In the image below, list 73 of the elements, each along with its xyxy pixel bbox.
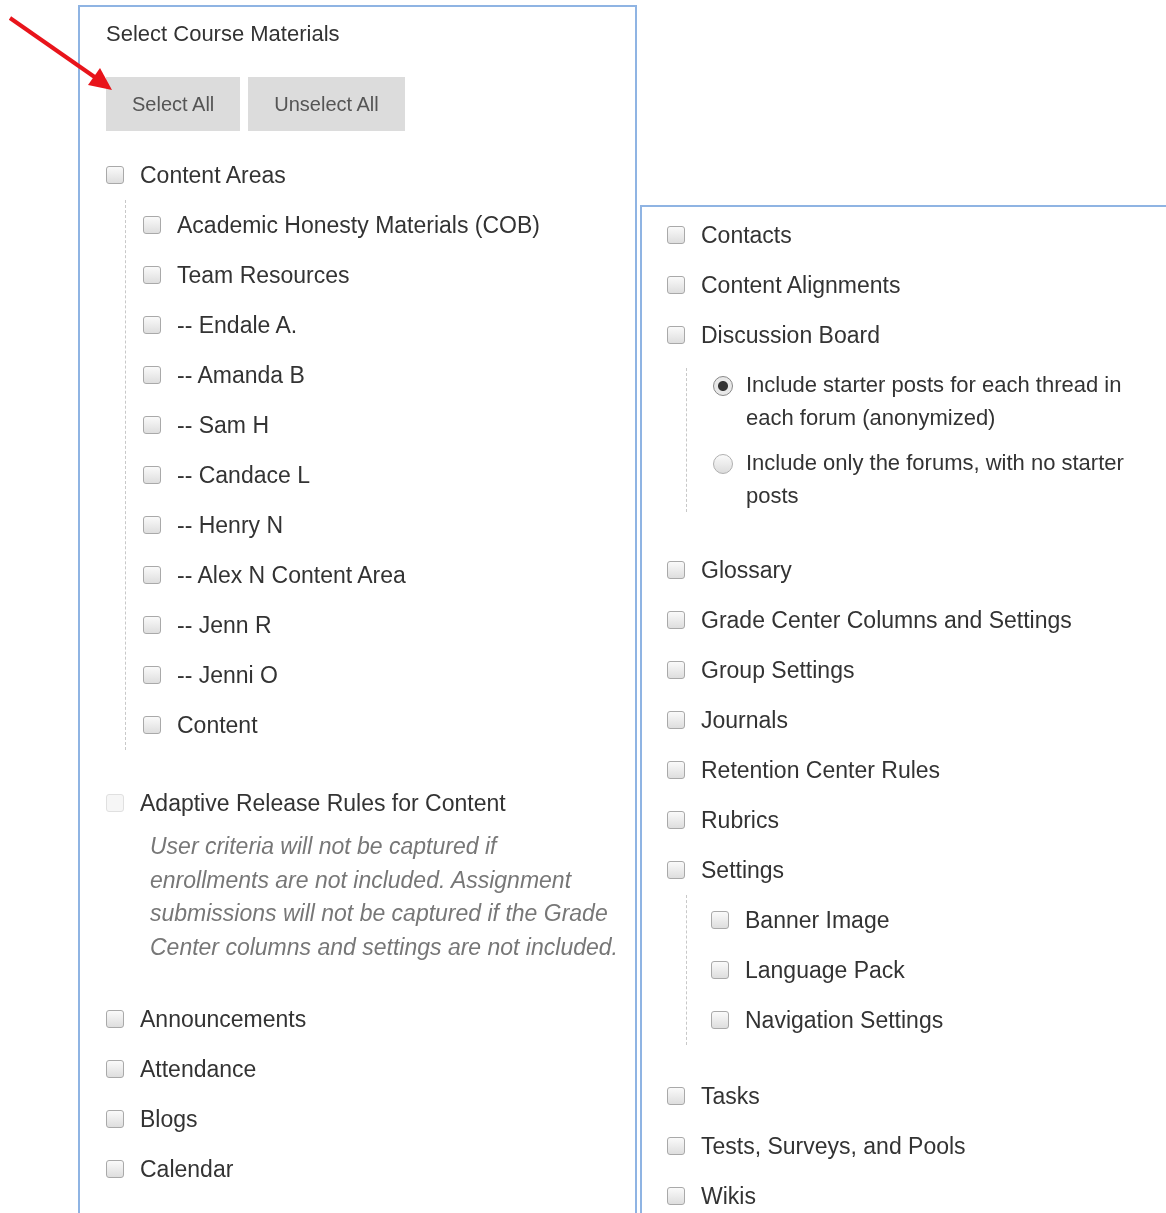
- checkbox[interactable]: [667, 711, 685, 729]
- checkbox-label: Wikis: [701, 1182, 756, 1210]
- checkbox[interactable]: [106, 1160, 124, 1178]
- checkbox-label: Navigation Settings: [745, 1006, 944, 1034]
- checkbox-label: Glossary: [701, 556, 792, 584]
- checkbox[interactable]: [667, 1087, 685, 1105]
- checkbox[interactable]: [143, 316, 161, 334]
- checkbox-label: Calendar: [140, 1155, 234, 1183]
- checkbox-label: Grade Center Columns and Settings: [701, 606, 1072, 634]
- checkbox-label: -- Candace L: [177, 461, 310, 489]
- checkbox[interactable]: [106, 1110, 124, 1128]
- checkbox[interactable]: [667, 611, 685, 629]
- checkbox[interactable]: [667, 811, 685, 829]
- checkbox-label: -- Amanda B: [177, 361, 305, 389]
- checkbox-label: Group Settings: [701, 656, 855, 684]
- radio-button[interactable]: [713, 454, 733, 474]
- checkbox[interactable]: [667, 326, 685, 344]
- checkbox-label: Announcements: [140, 1005, 307, 1033]
- radio-button[interactable]: [713, 376, 733, 396]
- checkbox[interactable]: [711, 1011, 729, 1029]
- checkbox[interactable]: [667, 226, 685, 244]
- checkbox-label: Contacts: [701, 221, 792, 249]
- checkbox-label: Content: [177, 711, 258, 739]
- checkbox-label: -- Jenni O: [177, 661, 278, 689]
- checkbox[interactable]: [667, 861, 685, 879]
- checkbox[interactable]: [711, 911, 729, 929]
- checkbox[interactable]: [143, 366, 161, 384]
- checkbox[interactable]: [667, 1187, 685, 1205]
- checkbox[interactable]: [106, 1060, 124, 1078]
- checkbox[interactable]: [667, 761, 685, 779]
- checkbox-label: Journals: [701, 706, 788, 734]
- checkbox-label: Discussion Board: [701, 321, 880, 349]
- checkbox[interactable]: [667, 661, 685, 679]
- radio-label: Include only the forums, with no starter posts: [746, 449, 1125, 510]
- checkbox[interactable]: [143, 266, 161, 284]
- checkbox-label: Blogs: [140, 1105, 198, 1133]
- checkbox[interactable]: [143, 716, 161, 734]
- checkbox-label: Retention Center Rules: [701, 756, 941, 784]
- checkbox-label: Attendance: [140, 1055, 257, 1083]
- checkbox-label: Banner Image: [745, 906, 890, 934]
- select-button[interactable]: Unselect All: [248, 77, 405, 131]
- checkbox-label: Content Alignments: [701, 271, 901, 299]
- checkbox-label: Team Resources: [177, 261, 350, 289]
- panel-title: Select Course Materials: [106, 21, 341, 47]
- checkbox-label: Language Pack: [745, 956, 905, 984]
- checkbox-label: Rubrics: [701, 806, 779, 834]
- checkbox[interactable]: [143, 516, 161, 534]
- checkbox-label: -- Endale A.: [177, 311, 298, 339]
- note-text: User criteria will not be captured if enrollments are not included. Assignment submissions will not be captured if the Grade Center columns and settings are not included.: [150, 832, 618, 962]
- checkbox-label: Adaptive Release Rules for Content: [140, 789, 506, 817]
- checkbox[interactable]: [106, 166, 124, 184]
- checkbox[interactable]: [143, 566, 161, 584]
- checkbox-label: Tests, Surveys, and Pools: [701, 1132, 966, 1160]
- checkbox[interactable]: [143, 666, 161, 684]
- checkbox-label: -- Henry N: [177, 511, 284, 539]
- checkbox-label: Content Areas: [140, 161, 286, 189]
- checkbox[interactable]: [667, 1137, 685, 1155]
- checkbox[interactable]: [143, 616, 161, 634]
- checkbox-label: -- Jenn R: [177, 611, 272, 639]
- checkbox[interactable]: [106, 1010, 124, 1028]
- checkbox-label: Academic Honesty Materials (COB): [177, 211, 540, 239]
- select-button[interactable]: Select All: [106, 77, 241, 131]
- radio-label: Include starter posts for each thread in each forum (anonymized): [746, 371, 1123, 432]
- checkbox[interactable]: [711, 961, 729, 979]
- checkbox[interactable]: [143, 416, 161, 434]
- checkbox-label: Tasks: [701, 1082, 760, 1110]
- checkbox-label: Settings: [701, 856, 785, 884]
- checkbox[interactable]: [143, 466, 161, 484]
- checkbox[interactable]: [667, 276, 685, 294]
- checkbox-label: -- Alex N Content Area: [177, 561, 406, 589]
- checkbox[interactable]: [143, 216, 161, 234]
- checkbox[interactable]: [667, 561, 685, 579]
- checkbox-label: -- Sam H: [177, 411, 269, 439]
